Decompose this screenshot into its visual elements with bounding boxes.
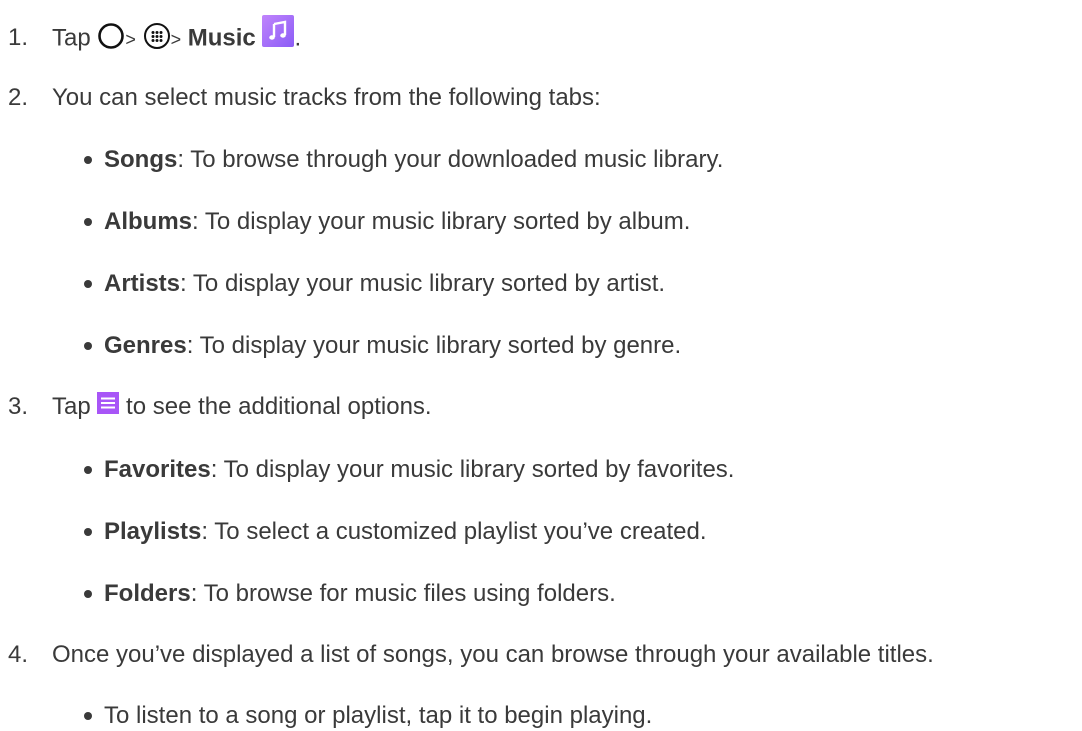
step-2-number: 2.	[8, 84, 29, 111]
step-1-separator-1: >	[125, 29, 136, 50]
step-1-separator-2: >	[170, 29, 182, 50]
bullet-dot	[84, 528, 92, 536]
step-1-number: 1.	[8, 24, 29, 51]
bullet-dot	[84, 712, 92, 720]
step-4-text: Once you’ve displayed a list of songs, y…	[52, 641, 934, 668]
bullet-dot	[84, 218, 92, 226]
music-app-icon	[262, 15, 295, 47]
bullet-albums: Albums: To display your music library so…	[104, 208, 691, 235]
step-1-tap-label: Tap	[52, 24, 91, 52]
step-1-text: Tap > > Music .	[52, 15, 302, 55]
music-app-label: Music	[187, 24, 256, 52]
step-1-end: .	[294, 24, 302, 52]
apps-icon	[143, 22, 171, 50]
bullet-folders: Folders: To browse for music files using…	[104, 580, 616, 607]
menu-icon	[97, 391, 120, 414]
bullet-genres: Genres: To display your music library so…	[104, 332, 682, 359]
bullet-dot	[84, 280, 92, 288]
bullet-dot	[84, 466, 92, 474]
bullet-dot	[84, 342, 92, 350]
step-3-number: 3.	[8, 393, 29, 420]
step-3-text: Tap to see the additional options.	[52, 391, 432, 420]
bullet-artists: Artists: To display your music library s…	[104, 270, 666, 297]
step-4-number: 4.	[8, 641, 29, 668]
bullet-songs: Songs: To browse through your downloaded…	[104, 146, 724, 173]
bullet-favorites: Favorites: To display your music library…	[104, 456, 735, 483]
home-icon	[97, 22, 125, 50]
bullet-dot	[84, 156, 92, 164]
bullet-dot	[84, 590, 92, 598]
step-2-text: You can select music tracks from the fol…	[52, 84, 601, 111]
bullet-listen: To listen to a song or playlist, tap it …	[104, 702, 653, 729]
bullet-playlists: Playlists: To select a customized playli…	[104, 518, 707, 545]
